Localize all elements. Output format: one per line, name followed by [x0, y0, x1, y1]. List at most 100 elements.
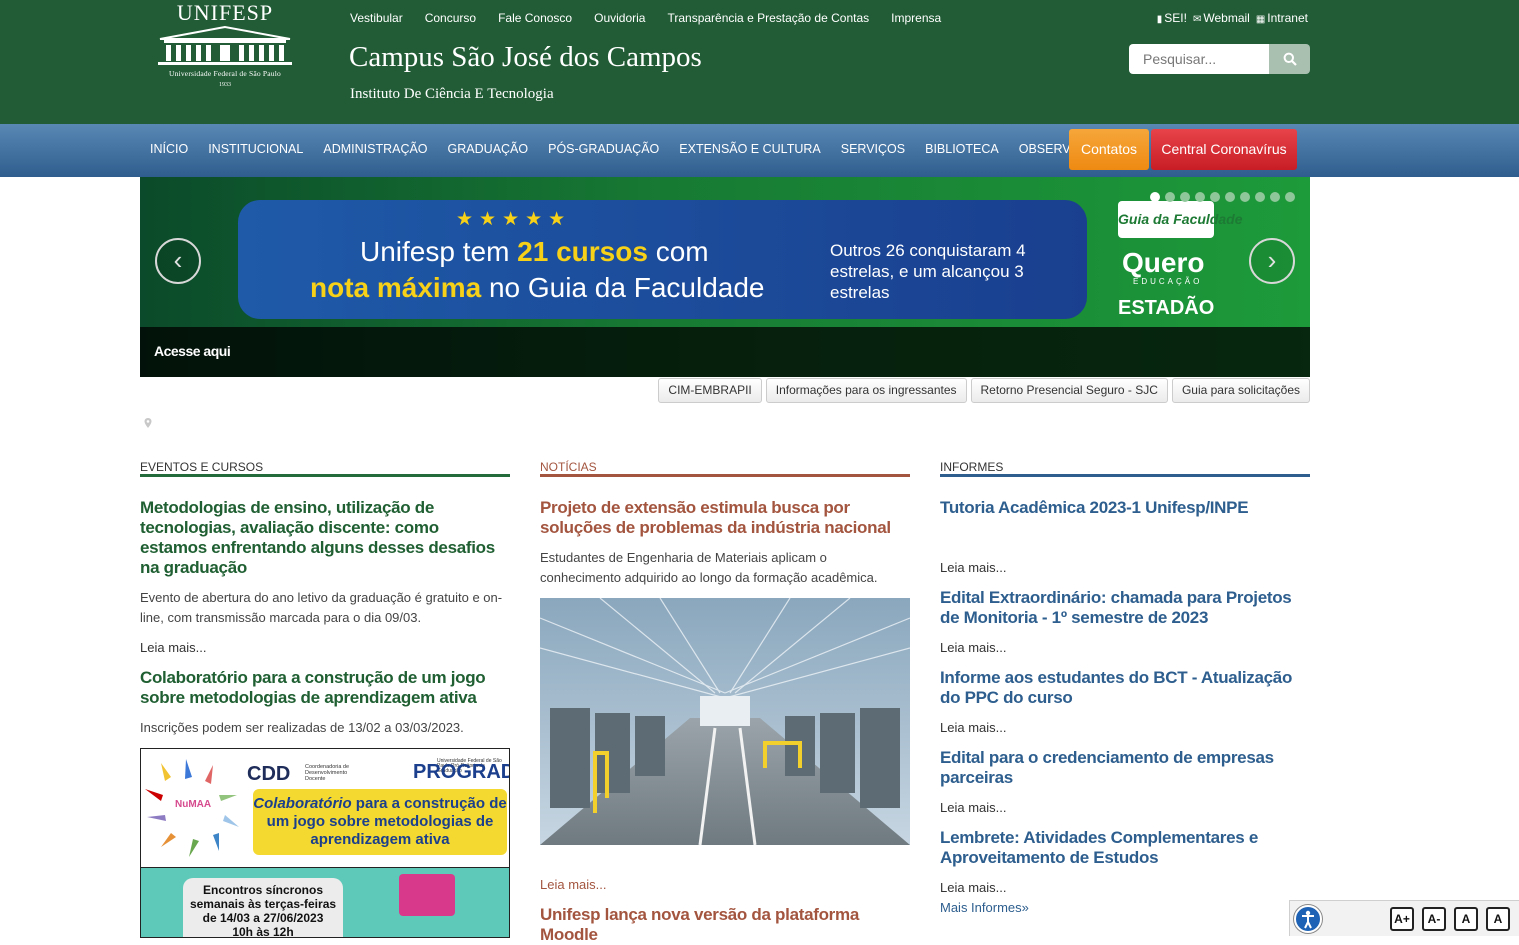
top-link-vestibular[interactable]: Vestibular — [350, 11, 403, 25]
quero-logo: Quero — [1122, 247, 1205, 278]
unifesp-logo[interactable]: UNIFESP Universidade Federal de São Paul… — [146, 2, 304, 98]
informe-title[interactable]: Edital Extraordinário: chamada para Proj… — [940, 588, 1310, 628]
informe-title[interactable]: Tutoria Acadêmica 2023-1 Unifesp/INPE — [940, 498, 1249, 518]
carousel-dot[interactable] — [1165, 192, 1175, 202]
quick-link-cim-embrapii[interactable]: CIM-EMBRAPII — [658, 378, 762, 403]
font-increase-button[interactable]: A+ — [1390, 907, 1414, 931]
informe-read-more[interactable]: Leia mais... — [940, 640, 1006, 655]
quick-link-ingressantes[interactable]: Informações para os ingressantes — [765, 378, 967, 403]
cdd-logo: CDD — [247, 763, 291, 785]
nav-extensao-cultura[interactable]: EXTENSÃO E CULTURA — [669, 124, 830, 177]
carousel-next-button[interactable]: › — [1249, 238, 1295, 284]
map-pin-icon — [144, 418, 152, 428]
main-nav: INÍCIO INSTITUCIONAL ADMINISTRAÇÃO GRADU… — [0, 124, 1519, 177]
factory-news-image[interactable] — [540, 598, 910, 845]
intranet-link[interactable]: ▦ Intranet — [1256, 11, 1308, 25]
informe-read-more[interactable]: Leia mais... — [940, 800, 1006, 815]
cdd-logo-subtitle: Coordenadoria de Desenvolvimento Docente — [305, 764, 350, 782]
carousel-dot[interactable] — [1270, 192, 1280, 202]
colaboratorio-promo-image[interactable]: NuMAA CDD Coordenadoria de Desenvolvimen… — [140, 748, 510, 938]
top-link-ouvidoria[interactable]: Ouvidoria — [594, 11, 645, 25]
top-link-concurso[interactable]: Concurso — [425, 11, 476, 25]
banner-carousel[interactable]: ★★★★★ Unifesp tem 21 cursos com nota máx… — [140, 177, 1310, 377]
file-icon: ▮ — [1156, 14, 1163, 25]
search-icon — [1283, 52, 1297, 66]
carousel-indicators — [1150, 192, 1295, 202]
prograd-logo: PROGRAD — [413, 761, 510, 783]
noticia-title[interactable]: Projeto de extensão estimula busca por s… — [540, 498, 910, 538]
webmail-label: Webmail — [1203, 11, 1250, 25]
carousel-dot[interactable] — [1240, 192, 1250, 202]
nav-inicio[interactable]: INÍCIO — [140, 124, 198, 177]
promo-schedule-card: Encontros síncronos semanais às terças-f… — [183, 878, 343, 937]
quick-link-guia-solicitacoes[interactable]: Guia para solicitações — [1171, 378, 1310, 403]
noticias-section-title: NOTÍCIAS — [540, 460, 910, 477]
central-coronavirus-button[interactable]: Central Coronavírus — [1151, 129, 1297, 170]
intranet-label: Intranet — [1267, 11, 1308, 25]
nav-pos-graduacao[interactable]: PÓS-GRADUAÇÃO — [538, 124, 669, 177]
contrast-button[interactable]: A — [1486, 907, 1510, 931]
informe-read-more[interactable]: Leia mais... — [940, 560, 1006, 575]
accessibility-toolbar: A+ A- A A — [1289, 900, 1519, 936]
stars-icon: ★★★★★ — [456, 209, 572, 230]
promo-headline: Colaboratório para a construção de um jo… — [253, 789, 507, 855]
guia-faculdade-logo: Guia da Faculdade — [1118, 201, 1242, 238]
informe-title[interactable]: Edital para o credenciamento de empresas… — [940, 748, 1310, 788]
top-links: Vestibular Concurso Fale Conosco Ouvidor… — [350, 11, 941, 25]
informe-read-more[interactable]: Leia mais... — [940, 880, 1006, 895]
carousel-dot[interactable] — [1285, 192, 1295, 202]
nav-servicos[interactable]: SERVIÇOS — [831, 124, 915, 177]
top-link-imprensa[interactable]: Imprensa — [891, 11, 941, 25]
informe-title[interactable]: Lembrete: Atividades Complementares e Ap… — [940, 828, 1310, 868]
search-form — [1129, 44, 1310, 74]
carousel-prev-button[interactable]: ‹ — [155, 238, 201, 284]
webmail-link[interactable]: ✉ Webmail — [1193, 11, 1250, 25]
campus-subtitle: Instituto De Ciência E Tecnologia — [350, 86, 554, 102]
carousel-dot[interactable] — [1150, 192, 1160, 202]
sei-link[interactable]: ▮ SEI! — [1157, 11, 1187, 25]
quick-link-retorno-presencial[interactable]: Retorno Presencial Seguro - SJC — [970, 378, 1168, 403]
evento-title[interactable]: Colaboratório para a construção de um jo… — [140, 668, 510, 708]
informes-column: INFORMES Tutoria Acadêmica 2023-1 Unifes… — [940, 460, 1310, 915]
noticia-title[interactable]: Unifesp lança nova versão da plataforma … — [540, 905, 910, 945]
carousel-dot[interactable] — [1195, 192, 1205, 202]
contatos-button[interactable]: Contatos — [1069, 129, 1149, 170]
carousel-dot[interactable] — [1180, 192, 1190, 202]
search-button[interactable] — [1269, 44, 1310, 74]
nav-administracao[interactable]: ADMINISTRAÇÃO — [313, 124, 437, 177]
nav-institucional[interactable]: INSTITUCIONAL — [198, 124, 313, 177]
banner-slide: ★★★★★ Unifesp tem 21 cursos com nota máx… — [238, 200, 1087, 319]
evento-title[interactable]: Metodologias de ensino, utilização de te… — [140, 498, 510, 578]
carousel-dot[interactable] — [1255, 192, 1265, 202]
informes-section-title: INFORMES — [940, 460, 1310, 477]
quick-links: CIM-EMBRAPII Informações para os ingress… — [658, 378, 1310, 403]
top-link-transparencia[interactable]: Transparência e Prestação de Contas — [667, 11, 869, 25]
mais-informes-link[interactable]: Mais Informes» — [940, 900, 1029, 915]
informe-read-more[interactable]: Leia mais... — [940, 720, 1006, 735]
banner-caption[interactable]: Acesse aqui — [154, 343, 231, 359]
top-link-fale-conosco[interactable]: Fale Conosco — [498, 11, 572, 25]
banner-side-text: Outros 26 conquistaram 4 estrelas, e um … — [830, 241, 1026, 302]
search-input[interactable] — [1129, 44, 1269, 74]
envelope-icon: ✉ — [1192, 14, 1202, 25]
eventos-section-title: EVENTOS E CURSOS — [140, 460, 510, 477]
estadao-logo: ESTADÃO — [1118, 297, 1215, 319]
presentation-icon — [399, 874, 455, 916]
carousel-dot[interactable] — [1225, 192, 1235, 202]
noticia-description: Estudantes de Engenharia de Materiais ap… — [540, 550, 878, 585]
font-reset-button[interactable]: A — [1454, 907, 1478, 931]
chevron-left-icon: ‹ — [173, 245, 183, 275]
evento-read-more[interactable]: Leia mais... — [140, 640, 206, 655]
numaa-logo: NuMAA — [175, 799, 212, 810]
quero-logo-sub: EDUCAÇÃO — [1133, 277, 1203, 286]
font-decrease-button[interactable]: A- — [1422, 907, 1446, 931]
noticia-read-more[interactable]: Leia mais... — [540, 877, 606, 892]
campus-title[interactable]: Campus São José dos Campos — [349, 41, 702, 74]
nav-graduacao[interactable]: GRADUAÇÃO — [438, 124, 539, 177]
carousel-dot[interactable] — [1210, 192, 1220, 202]
grid-icon: ▦ — [1255, 14, 1266, 25]
accessibility-icon[interactable] — [1294, 905, 1322, 933]
nav-biblioteca[interactable]: BIBLIOTECA — [915, 124, 1009, 177]
utility-links: ▮ SEI! ✉ Webmail ▦ Intranet — [1157, 11, 1308, 25]
informe-title[interactable]: Informe aos estudantes do BCT - Atualiza… — [940, 668, 1310, 708]
